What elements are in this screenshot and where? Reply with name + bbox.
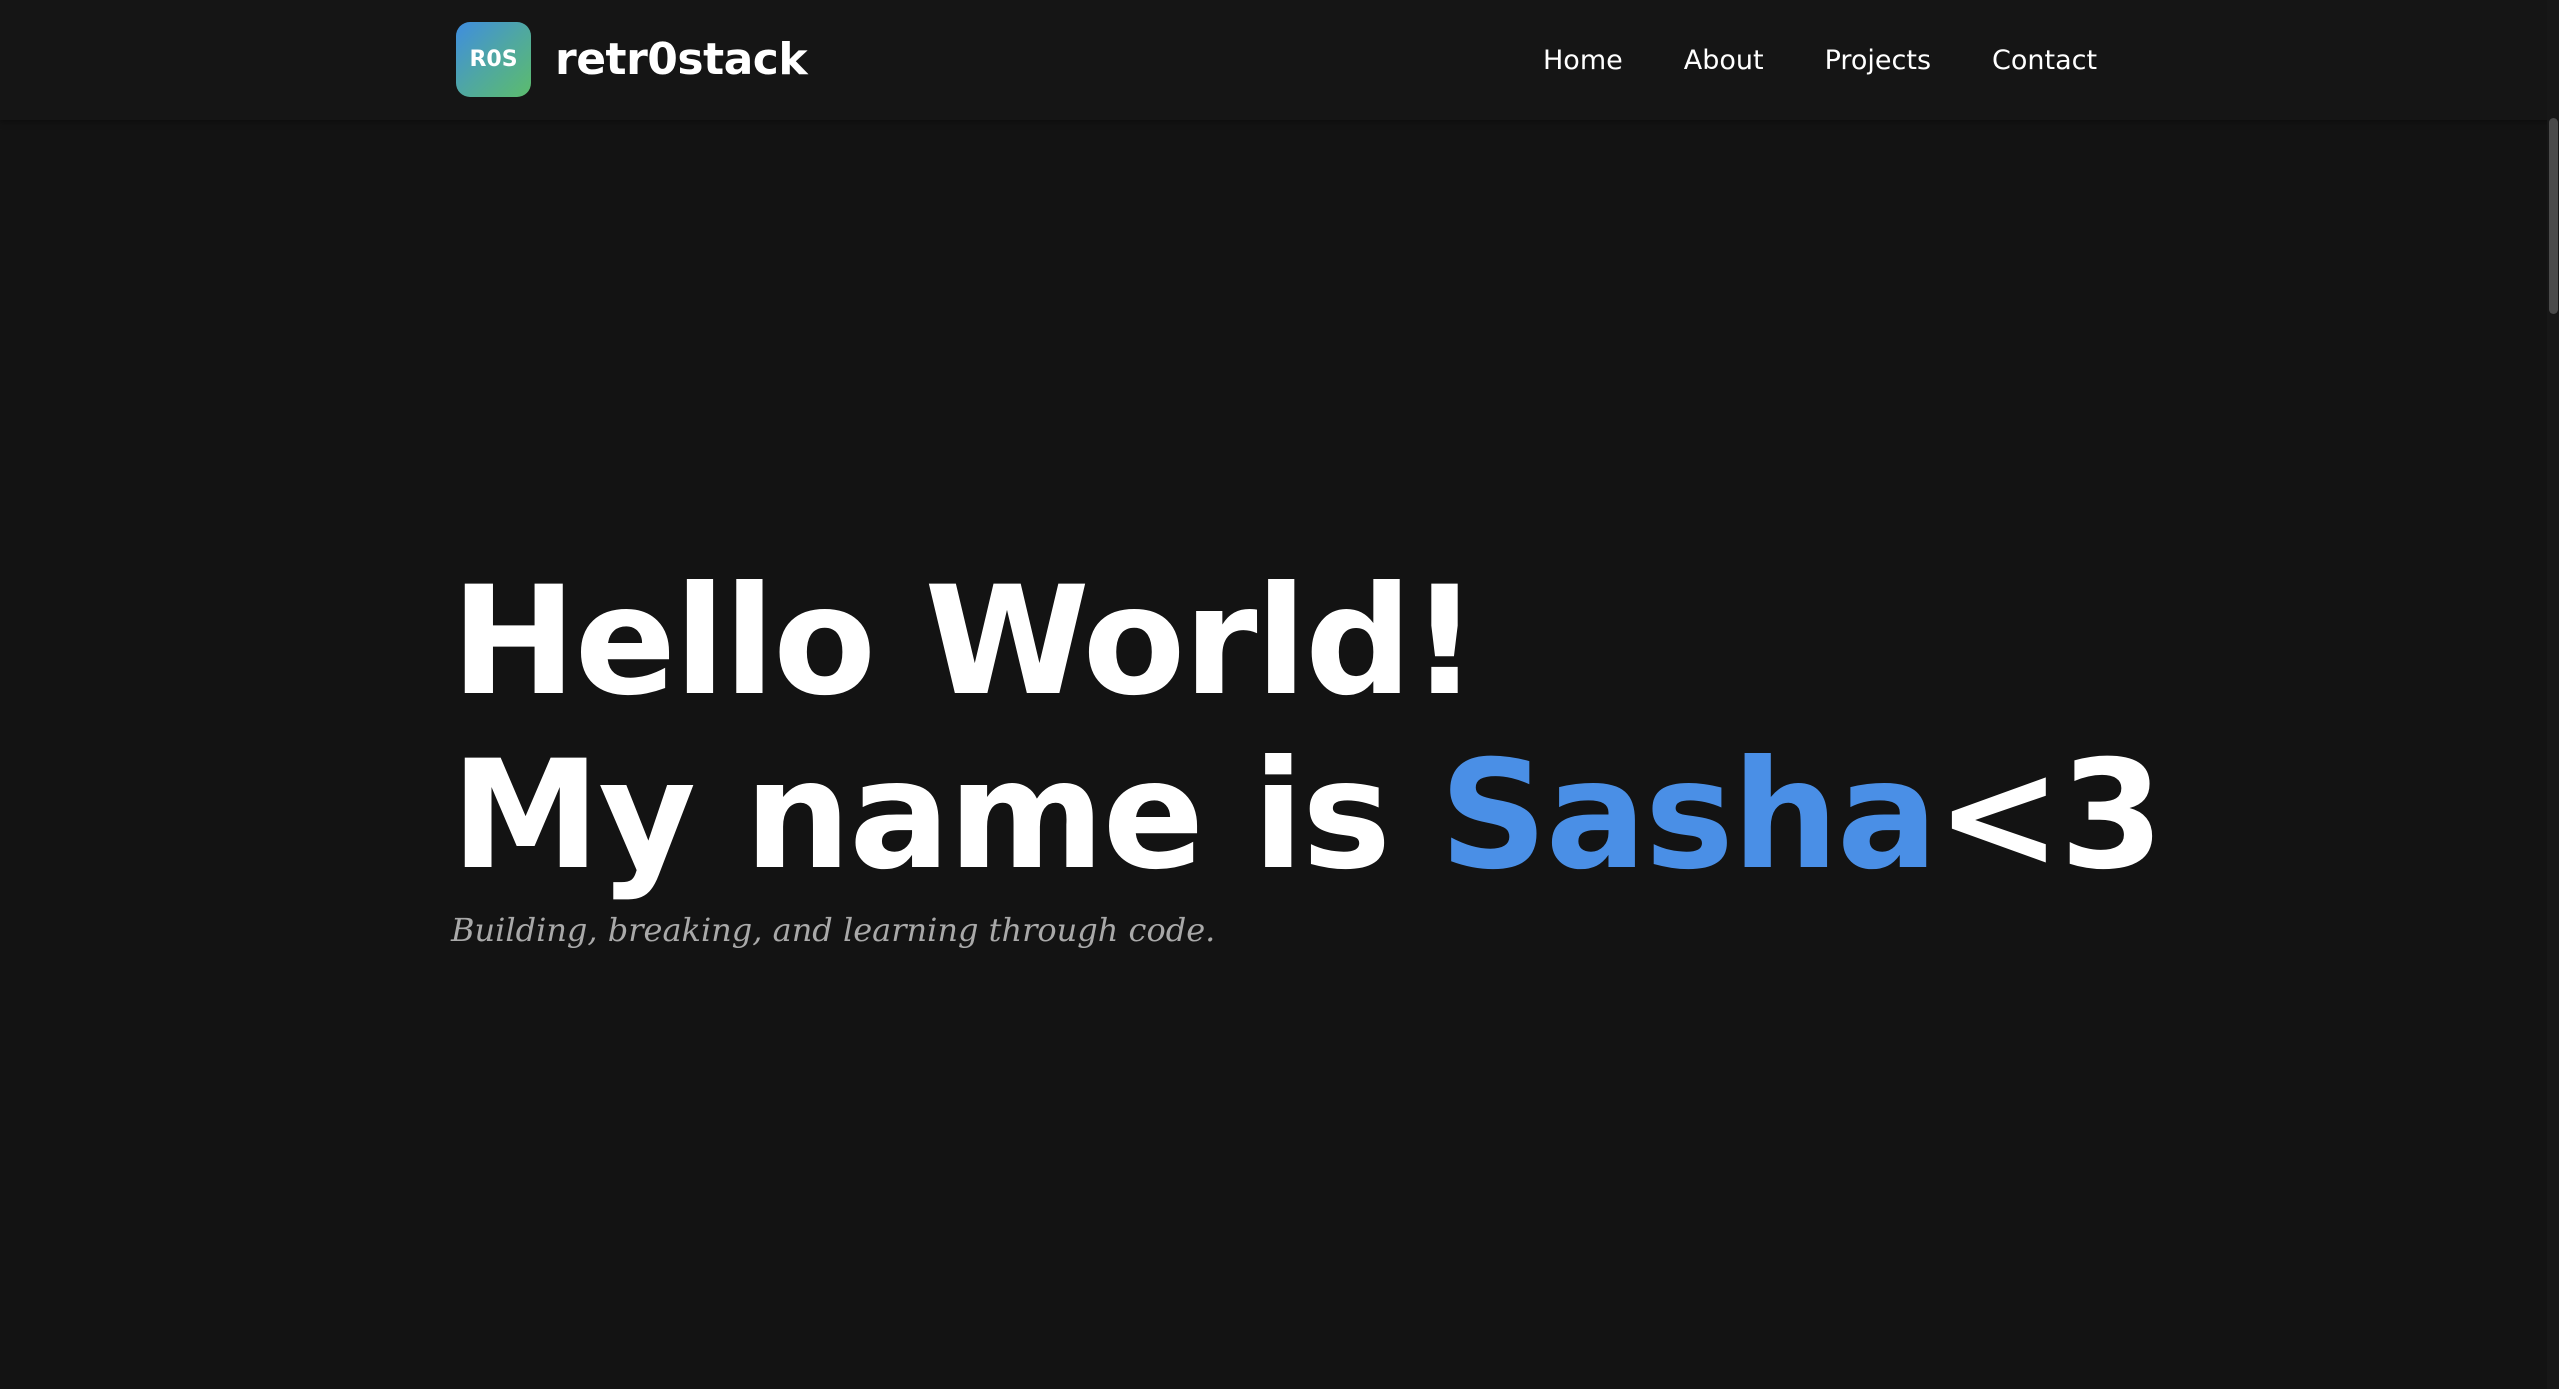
hero-greeting: Hello World! bbox=[451, 555, 1479, 729]
hero-intro-prefix: My name is bbox=[451, 729, 1440, 903]
scrollbar-thumb[interactable] bbox=[2549, 118, 2558, 314]
hero-heart: <3 bbox=[1936, 729, 2164, 903]
site-name: retr0stack bbox=[555, 34, 808, 85]
site-logo[interactable]: R0S retr0stack bbox=[456, 22, 808, 97]
hero-tagline: Building, breaking, and learning through… bbox=[451, 911, 1216, 949]
page: R0S retr0stack Home About Projects Conta… bbox=[0, 0, 2559, 1389]
site-header: R0S retr0stack Home About Projects Conta… bbox=[0, 0, 2559, 120]
logo-badge-icon: R0S bbox=[456, 22, 531, 97]
hero-name: Sasha bbox=[1439, 729, 1938, 903]
hero-intro: My name is Sasha<3 bbox=[451, 729, 2164, 903]
page-scrollbar[interactable] bbox=[2547, 0, 2559, 1389]
nav-link-home[interactable]: Home bbox=[1543, 45, 1623, 76]
hero-section: Hello World! My name is Sasha<3 Building… bbox=[451, 555, 2164, 949]
nav-link-projects[interactable]: Projects bbox=[1825, 45, 1931, 76]
nav-link-contact[interactable]: Contact bbox=[1992, 45, 2097, 76]
main-nav: Home About Projects Contact bbox=[1543, 38, 2097, 82]
nav-link-about[interactable]: About bbox=[1684, 45, 1764, 76]
